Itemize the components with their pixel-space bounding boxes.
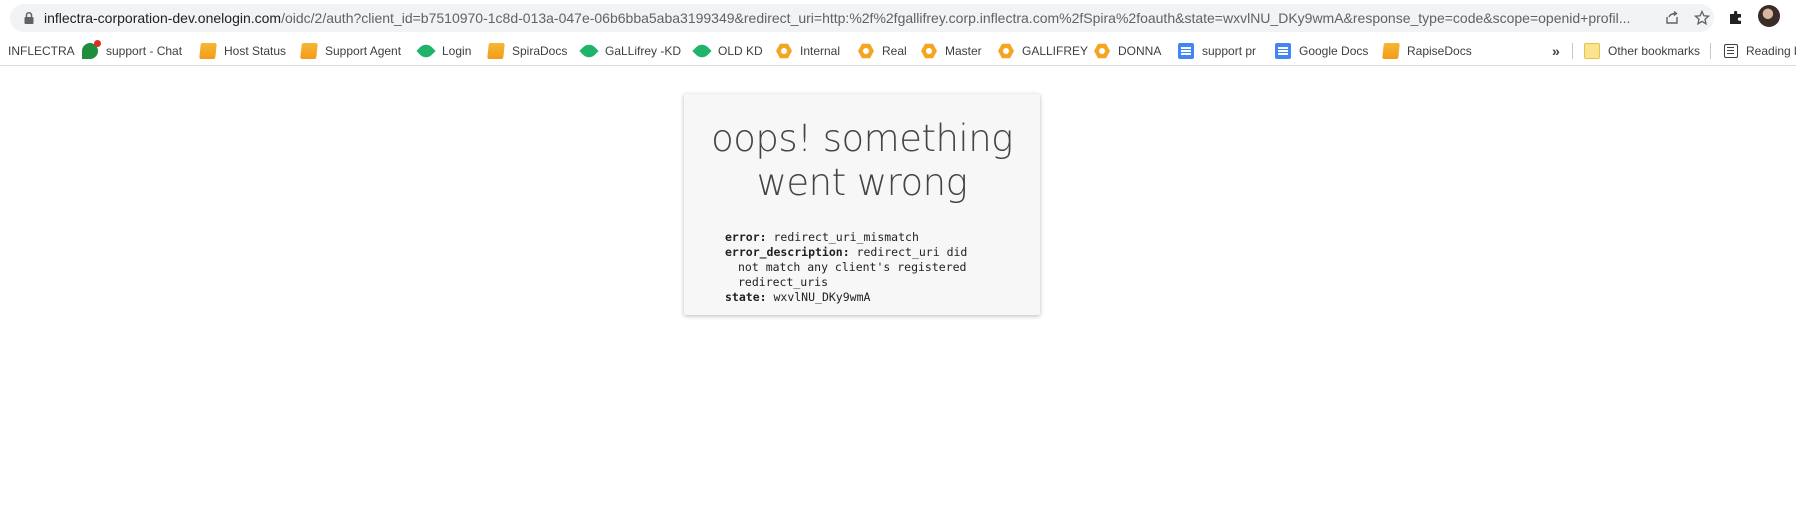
lock-icon[interactable] — [22, 11, 36, 25]
hex-icon — [858, 43, 874, 59]
reading-list-icon — [1724, 44, 1738, 58]
bookmark-label: SpiraDocs — [512, 44, 568, 58]
bookmark-real[interactable]: Real — [858, 36, 907, 66]
url-text[interactable]: inflectra-corporation-dev.onelogin.com/o… — [44, 4, 1644, 32]
bookmark-label: Host Status — [224, 44, 287, 58]
error-key: error: — [725, 230, 767, 244]
bookmark-label: Internal — [800, 44, 841, 58]
bookmarks-divider — [1710, 43, 1711, 59]
bookmark-label: GaLLifrey -KD — [605, 44, 682, 58]
error-description-value-2: not match any client's registered — [738, 260, 967, 274]
url-path: /oidc/2/auth?client_id=b7510970-1c8d-013… — [281, 10, 1631, 26]
reading-list-label: Reading l — [1746, 44, 1796, 58]
bookmark-label: Login — [442, 44, 472, 58]
bookmark-spiradocs[interactable]: SpiraDocs — [487, 36, 568, 66]
bookmark-google-docs[interactable]: Google Docs — [1275, 36, 1368, 66]
bookmark-label: GALLIFREY — [1022, 44, 1089, 58]
bookmark-label: DONNA — [1118, 44, 1162, 58]
browser-toolbar: inflectra-corporation-dev.onelogin.com/o… — [0, 0, 1796, 34]
error-description-value-3: redirect_uris — [738, 275, 829, 289]
reading-list[interactable]: Reading l — [1724, 36, 1796, 66]
profile-avatar[interactable] — [1758, 5, 1780, 27]
folder-icon — [199, 43, 217, 59]
google-docs-icon — [1178, 43, 1194, 59]
bookmark-label: INFLECTRA — [8, 44, 75, 58]
bookmark-support-chat[interactable]: support - Chat — [82, 36, 182, 66]
extensions-puzzle-icon[interactable] — [1728, 9, 1744, 25]
folder-icon — [300, 43, 318, 59]
hex-icon — [921, 43, 937, 59]
hex-icon — [776, 43, 792, 59]
bookmark-gallifrey-kd[interactable]: GaLLifrey -KD — [579, 36, 682, 66]
error-value: redirect_uri_mismatch — [773, 230, 919, 244]
error-description-row: error_description: redirect_uri did not m… — [725, 245, 1005, 290]
error-details: error: redirect_uri_mismatch error_descr… — [725, 230, 1005, 305]
folder-icon — [487, 43, 505, 59]
address-bar[interactable]: inflectra-corporation-dev.onelogin.com/o… — [10, 4, 1714, 32]
error-title: oops! something went wrong — [684, 117, 1040, 205]
other-bookmarks[interactable]: Other bookmarks — [1584, 36, 1700, 66]
bookmark-inflectra[interactable]: INFLECTRA — [8, 36, 75, 66]
bookmark-label: Google Docs — [1299, 44, 1369, 58]
bookmark-donna[interactable]: DONNA — [1094, 36, 1161, 66]
leaf-icon — [692, 41, 712, 61]
state-row: state: wxvlNU_DKy9wmA — [725, 290, 1005, 305]
bookmark-internal[interactable]: Internal — [776, 36, 840, 66]
share-icon[interactable] — [1664, 10, 1680, 26]
bookmark-label: Real — [882, 44, 907, 58]
folder-icon — [1584, 43, 1600, 59]
bookmark-old-kd[interactable]: OLD KD — [692, 36, 763, 66]
error-description-key: error_description: — [725, 245, 850, 259]
bookmark-label: Support Agent — [325, 44, 402, 58]
state-value: wxvlNU_DKy9wmA — [773, 290, 871, 304]
leaf-icon — [579, 41, 599, 61]
bookmark-support-agent[interactable]: Support Agent — [300, 36, 402, 66]
error-description-value-1: redirect_uri did — [856, 245, 968, 259]
url-host: inflectra-corporation-dev.onelogin.com — [44, 10, 282, 26]
bookmarks-divider — [1572, 43, 1573, 59]
bookmark-login[interactable]: Login — [416, 36, 472, 66]
bookmark-label: RapiseDocs — [1407, 44, 1472, 58]
leaf-icon — [416, 41, 436, 61]
bookmarks-overflow-chevron[interactable]: » — [1552, 36, 1560, 66]
state-key: state: — [725, 290, 767, 304]
bookmark-label: support - Chat — [106, 44, 183, 58]
bookmark-support-pr[interactable]: support pr — [1178, 36, 1256, 66]
bookmark-label: Master — [945, 44, 982, 58]
google-docs-icon — [1275, 43, 1291, 59]
bookmark-rapisedocs[interactable]: RapiseDocs — [1382, 36, 1472, 66]
chat-icon — [82, 40, 101, 59]
hex-icon — [1094, 43, 1110, 59]
folder-icon — [1382, 43, 1400, 59]
bookmark-label: support pr — [1202, 44, 1257, 58]
bookmarks-bar: INFLECTRA support - Chat Host Status Sup… — [0, 36, 1796, 66]
bookmark-gallifrey[interactable]: GALLIFREY — [998, 36, 1088, 66]
error-title-line-2: went wrong — [756, 161, 968, 204]
hex-icon — [998, 43, 1014, 59]
error-row: error: redirect_uri_mismatch — [725, 230, 1005, 245]
bookmark-label: OLD KD — [718, 44, 763, 58]
error-card: oops! something went wrong error: redire… — [684, 94, 1040, 315]
error-title-line-1: oops! something — [711, 117, 1013, 160]
other-bookmarks-label: Other bookmarks — [1608, 44, 1701, 58]
bookmark-master[interactable]: Master — [921, 36, 982, 66]
star-icon[interactable] — [1694, 10, 1710, 26]
bookmark-host-status[interactable]: Host Status — [199, 36, 287, 66]
